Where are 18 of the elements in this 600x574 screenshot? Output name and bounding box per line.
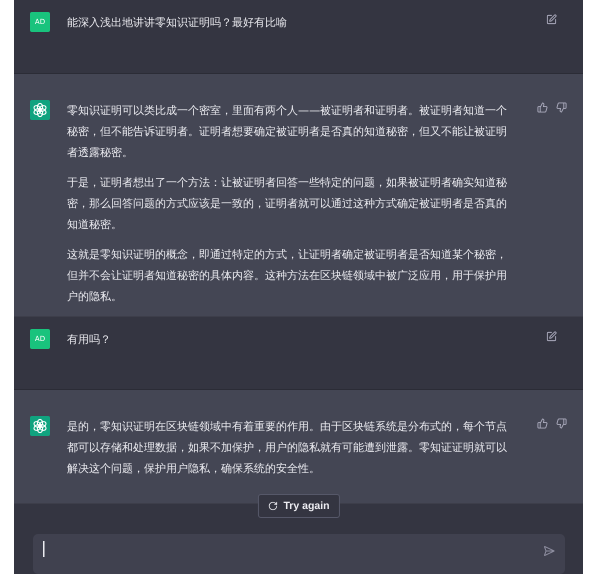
thumbs-down-icon[interactable] bbox=[556, 418, 567, 430]
message-text: 有用吗？ bbox=[67, 332, 112, 348]
thumbs-down-icon[interactable] bbox=[556, 102, 567, 113]
knot-logo-icon bbox=[30, 416, 50, 436]
thumbs-up-icon[interactable] bbox=[537, 102, 548, 113]
message-text: 于是，证明者想出了一个方法：让被证明者回答一些特定的问题，如果被证明者确实知道秘密，那么回答问题的方式应该是一致的，证明者就可以通过这种方式确定被证明者是否真的知道秘密。 bbox=[67, 174, 508, 233]
refresh-icon bbox=[267, 500, 278, 511]
message-text: 零知识证明可以类比成一个密室，里面有两个人——被证明者和证明者。被证明者知道一个秘密，但不能告诉证明者。证明者想要确定被证明者是否真的知道秘密，但又不能让被证明者透露秘密。 bbox=[67, 102, 508, 161]
message-text: 是的，零知识证明在区块链领域中有着重要的作用。由于区块链系统是分布式的，每个节点都可以存储和处理数据，如果不加保护，用户的隐私就有可能遭到泄露。零知证证明就可以解决这个问题，保护用户隐私，确保系统的安全性。 bbox=[67, 419, 508, 478]
thumbs-up-icon[interactable] bbox=[537, 418, 548, 430]
send-icon[interactable] bbox=[542, 544, 554, 557]
edit-icon[interactable] bbox=[546, 330, 557, 342]
knot-logo-icon bbox=[30, 100, 50, 120]
message-text: 这就是零知识证明的概念，即通过特定的方式，让证明者确定被证明者是否知道某个秘密，但并不会让证明者知道秘密的具体内容。这种方法在区块链领域中被广泛应用，用于保护用户的隐私。 bbox=[67, 246, 508, 305]
try-again-button[interactable]: Try again bbox=[257, 494, 340, 518]
message-input[interactable] bbox=[32, 534, 564, 574]
edit-icon[interactable] bbox=[546, 14, 557, 25]
message-text: 能深入浅出地讲讲零知识证明吗？最好有比喻 bbox=[67, 15, 288, 31]
